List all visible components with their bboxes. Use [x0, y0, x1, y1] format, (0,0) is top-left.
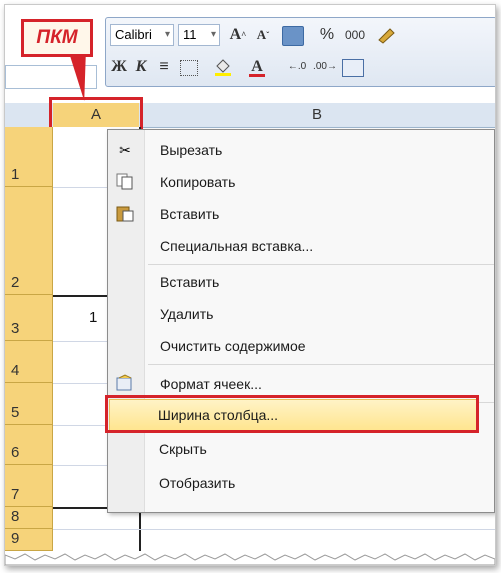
format-cells-icon [114, 374, 136, 394]
cell-a3-value[interactable]: 1 [89, 309, 97, 326]
font-name-value: Calibri [115, 27, 152, 42]
font-size-value: 11 [183, 27, 197, 42]
menu-item-paste-special[interactable]: Специальная вставка... [108, 230, 494, 262]
shrink-font-icon[interactable]: Aˇ [252, 24, 274, 46]
menu-item-insert[interactable]: Вставить [108, 266, 494, 298]
menu-item-label: Скрыть [159, 441, 207, 457]
font-size-combo[interactable]: 11 ▾ [178, 24, 220, 46]
menu-item-paste[interactable]: Вставить [108, 198, 494, 230]
row-header-6[interactable]: 6 [5, 425, 53, 465]
row-header-2[interactable]: 2 [5, 187, 53, 295]
copy-icon [114, 172, 136, 192]
torn-edge [5, 551, 495, 565]
percent-button[interactable]: % [318, 24, 336, 46]
menu-item-copy[interactable]: Копировать [108, 166, 494, 198]
paste-icon [114, 204, 136, 224]
row-header-5[interactable]: 5 [5, 383, 53, 425]
gridline [53, 529, 495, 530]
format-icon[interactable] [282, 26, 304, 46]
menu-item-cut[interactable]: ✂ Вырезать [108, 134, 494, 166]
decrease-decimal-icon[interactable]: .00→ [312, 56, 338, 78]
borders-icon[interactable] [180, 60, 198, 76]
font-name-combo[interactable]: Calibri ▾ [110, 24, 174, 46]
menu-item-label: Удалить [160, 306, 214, 322]
mini-toolbar: Calibri ▾ 11 ▾ A^ Aˇ % 000 Ж К ≡ A ←.0 .… [105, 17, 495, 87]
menu-item-unhide[interactable]: Отобразить [107, 467, 493, 499]
menu-separator [148, 264, 494, 265]
menu-item-delete[interactable]: Удалить [108, 298, 494, 330]
menu-item-hide[interactable]: Скрыть [107, 433, 493, 465]
column-width-highlight-frame [105, 395, 479, 433]
italic-button[interactable]: К [132, 56, 150, 78]
row-header-3[interactable]: 3 [5, 295, 53, 341]
row-header-4[interactable]: 4 [5, 341, 53, 383]
menu-item-label: Специальная вставка... [160, 238, 314, 254]
menu-item-clear-contents[interactable]: Очистить содержимое [108, 330, 494, 362]
thousands-separator-button[interactable]: 000 [340, 24, 370, 46]
menu-item-label: Вырезать [160, 142, 223, 158]
row-header-7[interactable]: 7 [5, 465, 53, 507]
select-all-corner[interactable] [5, 103, 54, 128]
increase-decimal-icon[interactable]: ←.0 [284, 56, 310, 78]
menu-item-label: Очистить содержимое [160, 338, 306, 354]
chevron-down-icon: ▾ [164, 29, 170, 40]
align-center-icon[interactable]: ≡ [154, 56, 174, 78]
menu-item-label: Отобразить [159, 475, 236, 491]
format-painter-icon[interactable] [376, 26, 398, 44]
fill-color-icon[interactable] [212, 56, 234, 78]
right-click-callout: ПКМ [21, 19, 93, 57]
bold-button[interactable]: Ж [110, 56, 128, 78]
row-header-1[interactable]: 1 [5, 127, 53, 187]
merge-cells-icon[interactable] [342, 59, 364, 77]
row-header-9[interactable]: 9 [5, 529, 53, 551]
grow-font-icon[interactable]: A^ [226, 24, 250, 46]
excel-window: Calibri ▾ 11 ▾ A^ Aˇ % 000 Ж К ≡ A ←.0 .… [4, 4, 496, 566]
font-color-icon[interactable]: A [246, 56, 268, 78]
menu-item-label: Копировать [160, 174, 236, 190]
menu-item-label: Вставить [160, 206, 220, 222]
menu-item-label: Вставить [160, 274, 220, 290]
column-header-b[interactable]: B [139, 103, 495, 128]
scissors-icon: ✂ [119, 142, 131, 158]
menu-separator [148, 364, 494, 365]
chevron-down-icon: ▾ [210, 29, 216, 40]
row-header-8[interactable]: 8 [5, 507, 53, 529]
